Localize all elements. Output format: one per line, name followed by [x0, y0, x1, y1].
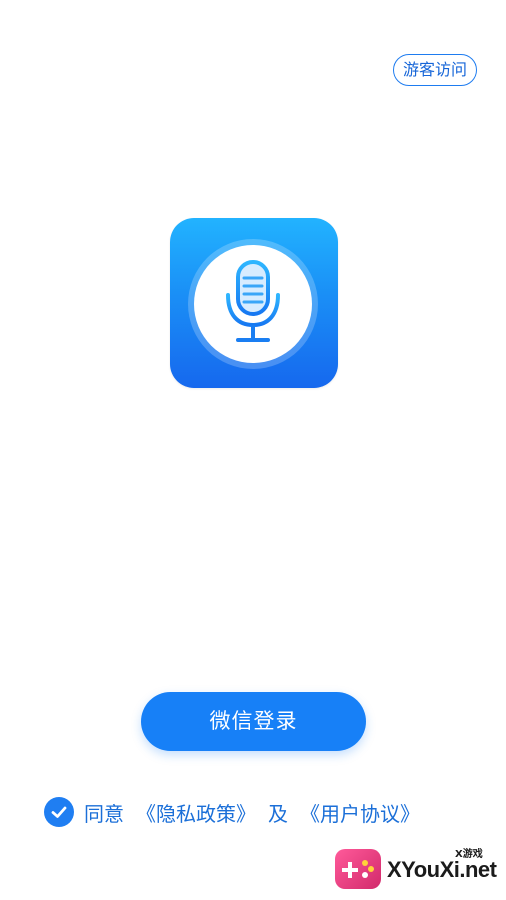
- agree-checkbox[interactable]: [44, 797, 74, 827]
- microphone-icon: [226, 260, 280, 342]
- app-logo: [170, 218, 338, 388]
- wechat-login-button[interactable]: 微信登录: [141, 692, 366, 751]
- guest-access-button[interactable]: 游客访问: [393, 54, 477, 86]
- site-watermark: X游戏 XYouXi.net: [335, 845, 500, 895]
- gamepad-logo-icon: [335, 849, 381, 889]
- user-agreement-link[interactable]: 《用户协议》: [300, 798, 420, 827]
- agree-conjunction: 及: [268, 801, 288, 826]
- watermark-site-text: XYouXi.net: [387, 857, 497, 882]
- agree-prefix: 同意: [84, 801, 124, 826]
- agreement-row: 同意 《隐私政策》 及 《用户协议》: [44, 796, 474, 828]
- checkmark-icon: [51, 806, 67, 818]
- privacy-policy-link[interactable]: 《隐私政策》: [136, 798, 256, 827]
